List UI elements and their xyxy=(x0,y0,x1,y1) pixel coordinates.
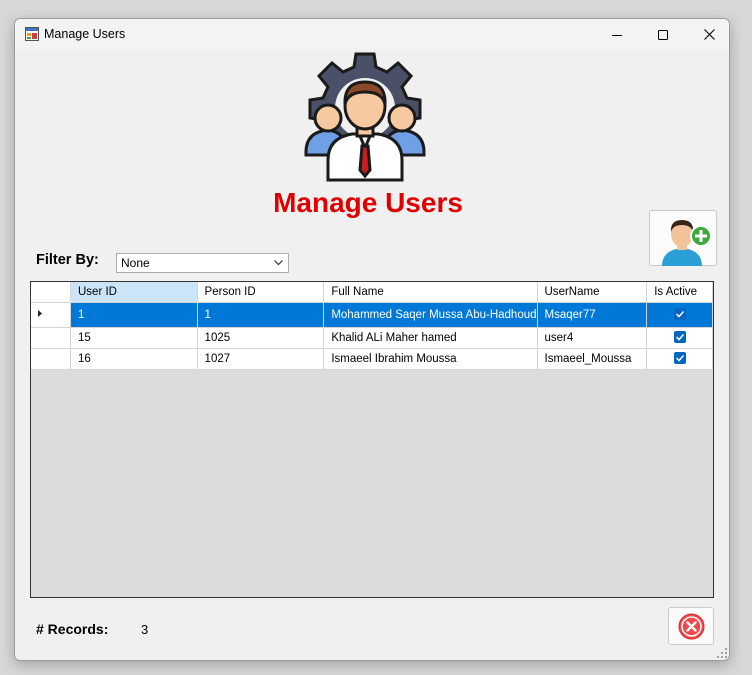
is-active-checkbox[interactable] xyxy=(673,308,686,321)
manage-users-window: Manage Users Manage Users Filter By: Non… xyxy=(14,18,730,661)
close-window-button[interactable] xyxy=(686,19,729,50)
row-header[interactable] xyxy=(31,348,71,370)
close-circle-icon xyxy=(678,613,705,640)
table-row[interactable]: 15 1025 Khalid ALi Maher hamed user4 xyxy=(31,327,713,349)
cell-is-active[interactable] xyxy=(646,348,713,370)
records-label: # Records: xyxy=(36,621,109,637)
table-row[interactable]: 1 1 Mohammed Saqer Mussa Abu-Hadhoud Msa… xyxy=(31,302,713,328)
column-header-username[interactable]: UserName xyxy=(537,282,648,303)
checkmark-icon xyxy=(675,311,684,319)
cell-username[interactable]: Msaqer77 xyxy=(537,302,648,328)
window-title: Manage Users xyxy=(44,27,126,41)
row-header[interactable] xyxy=(31,302,71,328)
cell-user-id[interactable]: 16 xyxy=(70,348,198,370)
row-header[interactable] xyxy=(31,327,71,349)
filter-by-label: Filter By: xyxy=(36,252,99,268)
chevron-down-icon xyxy=(274,260,283,266)
checkmark-icon xyxy=(675,355,684,363)
page-title: Manage Users xyxy=(273,187,463,218)
minimize-button[interactable] xyxy=(594,19,640,50)
cell-full-name[interactable]: Ismaeel Ibrahim Moussa xyxy=(323,348,538,370)
users-table: User ID Person ID Full Name UserName Is … xyxy=(31,282,713,370)
cell-person-id[interactable]: 1027 xyxy=(197,348,325,370)
cell-user-id[interactable]: 15 xyxy=(70,327,198,349)
column-header-user-id[interactable]: User ID xyxy=(70,282,198,303)
column-header-full-name[interactable]: Full Name xyxy=(323,282,538,303)
filter-selected-value: None xyxy=(121,256,150,270)
resize-grip-icon[interactable] xyxy=(717,648,727,658)
filter-by-dropdown[interactable]: None xyxy=(116,253,289,273)
checkmark-icon xyxy=(675,334,684,342)
cell-full-name[interactable]: Mohammed Saqer Mussa Abu-Hadhoud xyxy=(323,302,538,328)
cell-person-id[interactable]: 1025 xyxy=(197,327,325,349)
cell-is-active[interactable] xyxy=(646,327,713,349)
grid-corner-cell[interactable] xyxy=(31,282,71,303)
column-header-is-active[interactable]: Is Active xyxy=(646,282,713,303)
cell-username[interactable]: Ismaeel_Moussa xyxy=(537,348,648,370)
cell-user-id[interactable]: 1 xyxy=(70,302,198,328)
close-form-button[interactable] xyxy=(668,607,714,645)
users-grid[interactable]: User ID Person ID Full Name UserName Is … xyxy=(30,281,714,598)
close-icon xyxy=(703,29,715,40)
add-user-icon xyxy=(662,220,712,266)
records-count: 3 xyxy=(141,622,149,637)
app-icon xyxy=(25,27,39,41)
title-bar[interactable]: Manage Users xyxy=(15,19,729,50)
is-active-checkbox[interactable] xyxy=(673,331,686,344)
table-row[interactable]: 16 1027 Ismaeel Ibrahim Moussa Ismaeel_M… xyxy=(31,348,713,370)
maximize-button[interactable] xyxy=(640,19,686,50)
minimize-icon xyxy=(612,34,622,36)
cell-full-name[interactable]: Khalid ALi Maher hamed xyxy=(323,327,538,349)
manage-users-logo xyxy=(304,52,426,182)
maximize-icon xyxy=(658,29,668,40)
cell-person-id[interactable]: 1 xyxy=(197,302,325,328)
cell-is-active[interactable] xyxy=(646,302,713,328)
column-header-person-id[interactable]: Person ID xyxy=(197,282,325,303)
cell-username[interactable]: user4 xyxy=(537,327,648,349)
is-active-checkbox[interactable] xyxy=(673,352,686,365)
current-row-arrow-icon xyxy=(38,309,42,317)
grid-header-row: User ID Person ID Full Name UserName Is … xyxy=(31,282,713,303)
add-user-button[interactable] xyxy=(649,210,717,266)
